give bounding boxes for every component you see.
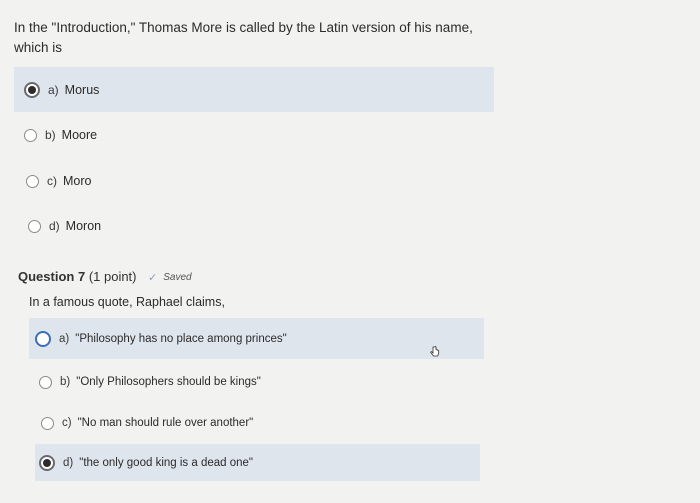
q6-option-a-radio[interactable] <box>24 81 40 98</box>
checkmark-icon: ✓ <box>148 272 158 284</box>
question-7-header: Question 7 (1 point) <box>18 269 137 284</box>
question-7-points: (1 point) <box>88 269 137 284</box>
q6-option-d[interactable]: d) Moron <box>18 213 498 239</box>
q6-option-b-radio[interactable] <box>24 128 37 142</box>
q6-option-b-letter: b) <box>45 128 56 142</box>
q6-option-b[interactable]: b) Moore <box>14 122 494 148</box>
q6-option-a[interactable]: a) Morus <box>14 67 494 112</box>
q6-option-d-text: Moron <box>65 219 102 233</box>
q6-option-d-letter: d) <box>49 219 60 233</box>
radio-selected-dot <box>43 458 51 467</box>
q7-option-b-radio[interactable] <box>39 375 52 389</box>
saved-status: ✓ Saved <box>148 271 192 284</box>
q6-option-a-text: Morus <box>64 82 100 97</box>
saved-label: Saved <box>163 272 192 283</box>
q7-option-a-text: "Philosophy has no place among princes" <box>75 332 287 345</box>
q6-option-c[interactable]: c) Moro <box>16 168 496 194</box>
q6-option-b-text: Moore <box>61 128 98 142</box>
question-6-text: In the "Introduction," Thomas More is ca… <box>14 20 473 55</box>
question-7-text: In a famous quote, Raphael claims, <box>29 295 225 309</box>
hand-pointer-icon <box>430 346 440 357</box>
q6-option-c-radio[interactable] <box>26 174 39 188</box>
q6-option-c-letter: c) <box>47 174 57 188</box>
radio-selected-dot <box>28 85 36 94</box>
q7-option-d-letter: d) <box>63 456 74 469</box>
q7-option-b-text: "Only Philosophers should be kings" <box>76 376 261 388</box>
q7-option-d-text: "the only good king is a dead one" <box>79 456 253 469</box>
question-7-title: Question 7 <box>18 269 86 284</box>
q7-option-b-letter: b) <box>60 376 71 388</box>
q7-option-c[interactable]: c) "No man should rule over another" <box>35 410 490 436</box>
q7-option-a-letter: a) <box>59 332 70 345</box>
q7-option-a-radio[interactable] <box>35 330 51 347</box>
q7-option-d-radio[interactable] <box>39 454 55 471</box>
q7-option-c-letter: c) <box>62 417 72 429</box>
q7-option-b[interactable]: b) "Only Philosophers should be kings" <box>33 369 488 395</box>
q7-option-c-text: "No man should rule over another" <box>77 417 254 429</box>
q7-option-c-radio[interactable] <box>41 416 54 430</box>
q7-option-d[interactable]: d) "the only good king is a dead one" <box>35 444 480 481</box>
q6-option-d-radio[interactable] <box>28 219 41 233</box>
q6-option-c-text: Moro <box>63 174 92 188</box>
q7-option-a[interactable]: a) "Philosophy has no place among prince… <box>29 318 484 359</box>
q6-option-a-letter: a) <box>48 82 59 97</box>
